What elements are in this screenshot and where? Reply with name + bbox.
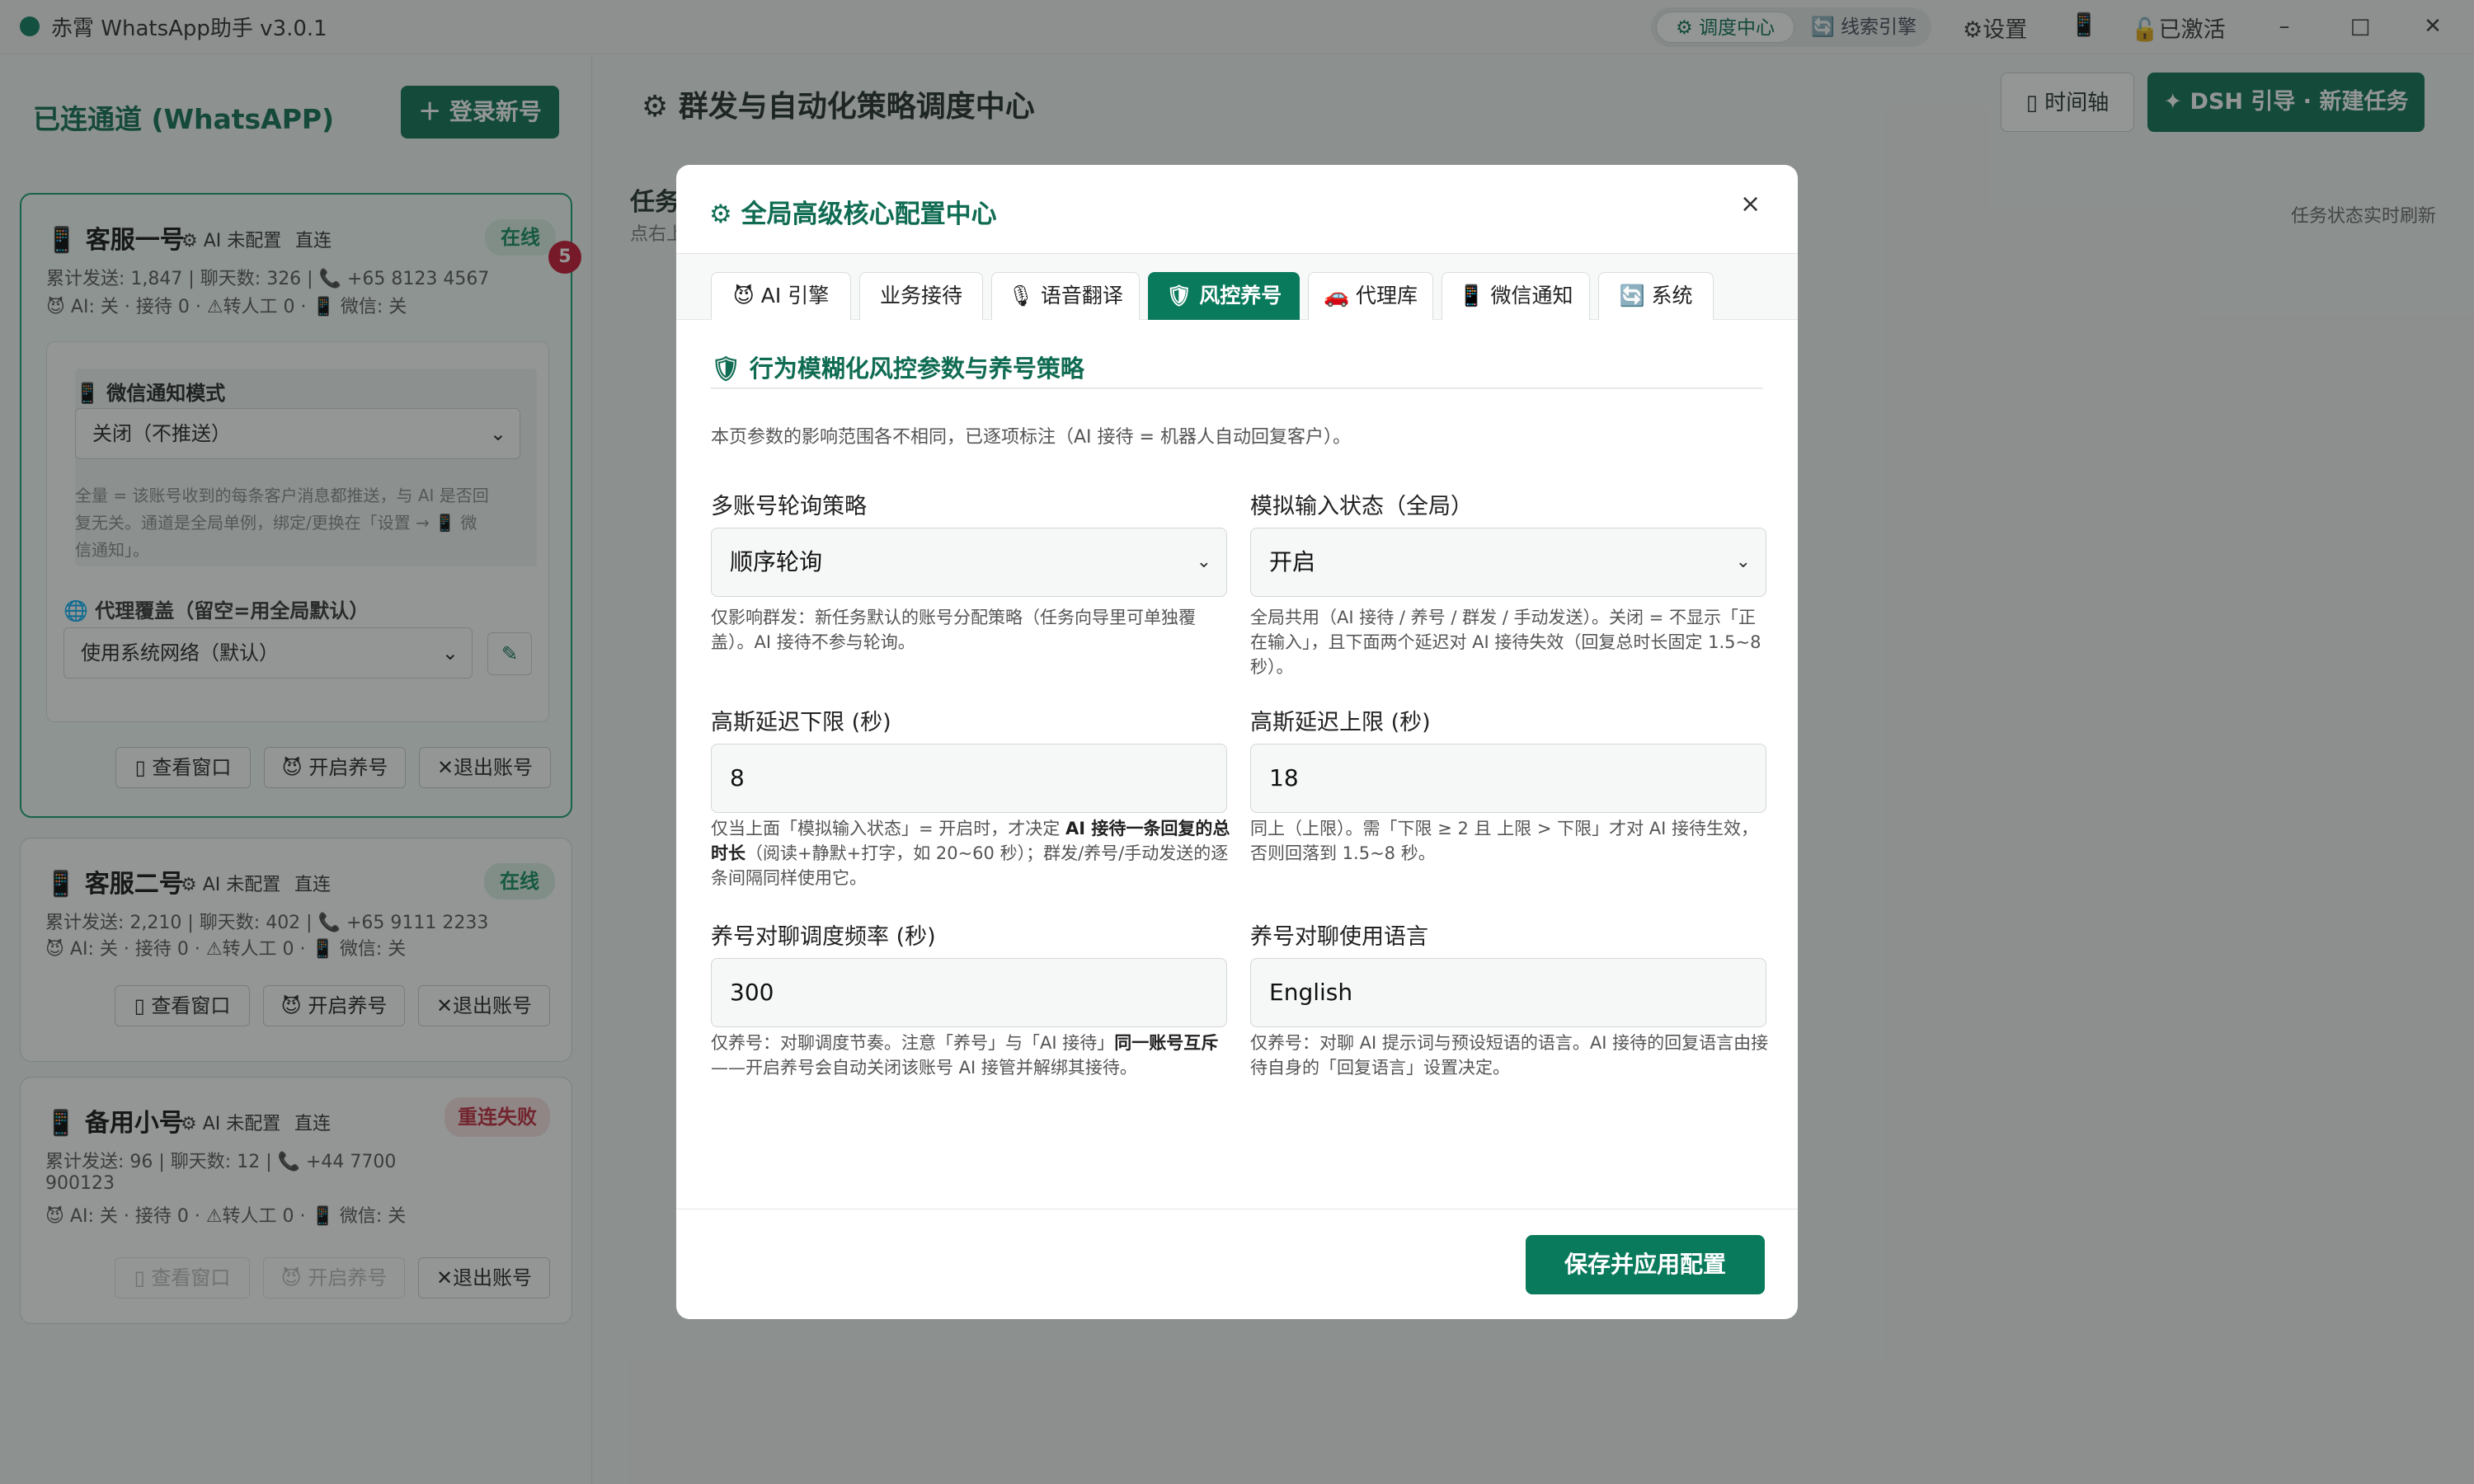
config-modal: ⚙ 全局高级核心配置中心 × 😈 AI 引擎 业务接待 🎙 语音翻译 🛡 风控养… bbox=[676, 165, 1798, 1319]
delay-max-label: 高斯延迟上限 (秒) bbox=[1250, 710, 1431, 735]
rotation-value: 顺序轮询 bbox=[730, 548, 823, 575]
delay-max-input[interactable]: 18 bbox=[1250, 744, 1766, 813]
tab-risk-nurture[interactable]: 🛡 风控养号 bbox=[1148, 272, 1300, 320]
chevron-down-icon: ⌄ bbox=[1196, 552, 1211, 572]
tab-proxy-pool[interactable]: 🚗 代理库 bbox=[1308, 272, 1433, 320]
save-config-button[interactable]: 保存并应用配置 bbox=[1526, 1235, 1765, 1294]
delay-min-label: 高斯延迟下限 (秒) bbox=[711, 710, 891, 735]
nurture-lang-label: 养号对聊使用语言 bbox=[1250, 924, 1428, 950]
tab-voice-translate[interactable]: 🎙 语音翻译 bbox=[991, 272, 1140, 320]
typing-label: 模拟输入状态（全局） bbox=[1250, 494, 1473, 519]
modal-header: ⚙ 全局高级核心配置中心 × bbox=[676, 165, 1798, 254]
delay-max-hint: 同上（上限）。需「下限 ≥ 2 且 上限 > 下限」才对 AI 接待生效，否则回… bbox=[1250, 819, 1759, 863]
tab-system[interactable]: 🔄 系统 bbox=[1598, 272, 1714, 320]
modal-title: ⚙ 全局高级核心配置中心 bbox=[709, 200, 997, 229]
section-description: 本页参数的影响范围各不相同，已逐项标注（AI 接待 = 机器人自动回复客户）。 bbox=[711, 427, 1351, 448]
typing-value: 开启 bbox=[1269, 548, 1316, 575]
tab-wechat-notify[interactable]: 📱 微信通知 bbox=[1442, 272, 1590, 320]
section-divider bbox=[711, 387, 1763, 389]
modal-tabs: 😈 AI 引擎 业务接待 🎙 语音翻译 🛡 风控养号 🚗 代理库 📱 微信通知 … bbox=[676, 254, 1798, 320]
rotation-hint: 仅影响群发：新任务默认的账号分配策略（任务向导里可单独覆盖）。AI 接待不参与轮… bbox=[711, 608, 1196, 652]
nurture-freq-hint-c: ——开启养号会自动关闭该账号 AI 接管并解绑其接待。 bbox=[711, 1058, 1137, 1078]
chevron-down-icon: ⌄ bbox=[1735, 552, 1751, 572]
delay-min-hint: 仅当上面「模拟输入状态」= 开启时，才决定 AI 接待一条回复的总时长（阅读+静… bbox=[711, 816, 1230, 890]
nurture-freq-hint-b: 同一账号互斥 bbox=[1114, 1033, 1219, 1053]
nurture-lang-hint: 仅养号：对聊 AI 提示词与预设短语的语言。AI 接待的回复语言由接待自身的「回… bbox=[1250, 1033, 1769, 1078]
nurture-freq-hint-a: 仅养号：对聊调度节奏。注意「养号」与「AI 接待」 bbox=[711, 1033, 1115, 1053]
nurture-freq-hint: 仅养号：对聊调度节奏。注意「养号」与「AI 接待」同一账号互斥 ——开启养号会自动… bbox=[711, 1031, 1230, 1080]
tab-reception[interactable]: 业务接待 bbox=[859, 272, 983, 320]
delay-min-hint-a: 仅当上面「模拟输入状态」= 开启时，才决定 bbox=[711, 819, 1065, 838]
delay-min-hint-c: （阅读+静默+打字，如 20~60 秒）；群发/养号/手动发送的逐条间隔同样使用… bbox=[711, 843, 1229, 888]
rotation-label: 多账号轮询策略 bbox=[711, 494, 867, 519]
delay-min-input[interactable]: 8 bbox=[711, 744, 1227, 813]
typing-select[interactable]: 开启 ⌄ bbox=[1250, 528, 1766, 597]
rotation-select[interactable]: 顺序轮询 ⌄ bbox=[711, 528, 1227, 597]
nurture-lang-input[interactable]: English bbox=[1250, 958, 1766, 1027]
tab-ai-engine[interactable]: 😈 AI 引擎 bbox=[711, 272, 851, 320]
typing-hint: 全局共用（AI 接待 / 养号 / 群发 / 手动发送）。关闭 = 不显示「正在… bbox=[1250, 608, 1761, 677]
section-title: 🛡 行为模糊化风控参数与养号策略 bbox=[711, 355, 1084, 383]
close-icon[interactable]: × bbox=[1740, 190, 1761, 218]
nurture-freq-input[interactable]: 300 bbox=[711, 958, 1227, 1027]
nurture-freq-label: 养号对聊调度频率 (秒) bbox=[711, 924, 936, 950]
